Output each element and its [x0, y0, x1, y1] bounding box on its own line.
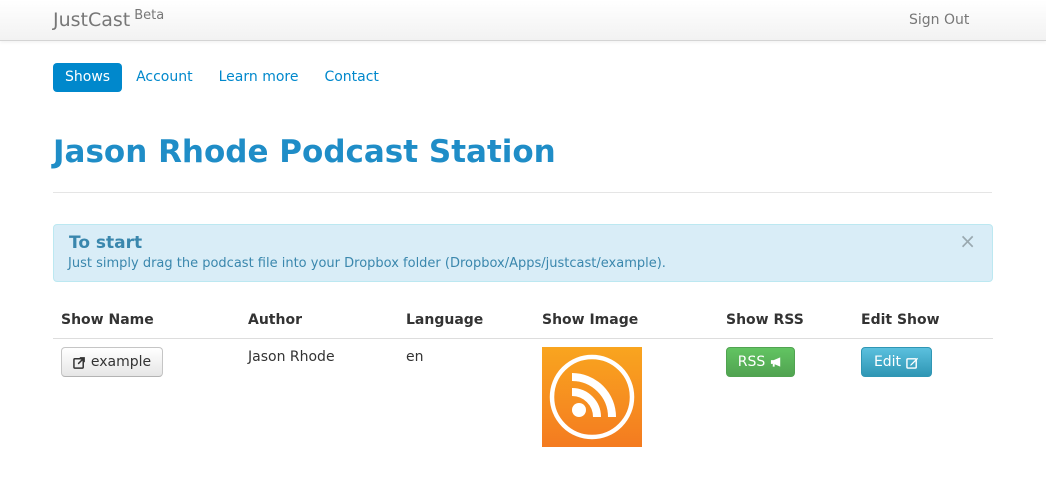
page-title: Jason Rhode Podcast Station: [53, 134, 556, 170]
header-show-image: Show Image: [542, 312, 639, 328]
rss-feed-icon: [542, 347, 642, 447]
megaphone-icon: [771, 357, 781, 367]
header-show-name: Show Name: [61, 312, 154, 328]
header-show-rss: Show RSS: [726, 312, 804, 328]
header-author: Author: [248, 312, 302, 328]
tab-account[interactable]: Account: [124, 63, 205, 92]
rss-button[interactable]: RSS: [726, 347, 795, 377]
sign-out-link[interactable]: Sign Out: [909, 12, 969, 28]
show-name-label: example: [90, 354, 152, 370]
brand-name: JustCast: [53, 9, 131, 31]
edit-icon: [906, 357, 919, 369]
info-alert: To start Just simply drag the podcast fi…: [53, 224, 993, 282]
navbar: JustCast Beta Sign Out: [0, 0, 1046, 41]
close-icon[interactable]: ×: [959, 231, 976, 251]
brand-badge: Beta: [134, 8, 165, 23]
divider: [53, 192, 992, 193]
author-cell: Jason Rhode: [248, 349, 335, 365]
show-link-button[interactable]: example: [61, 347, 163, 377]
edit-label: Edit: [873, 354, 902, 370]
edit-button[interactable]: Edit: [861, 347, 932, 377]
external-link-icon: [73, 356, 85, 369]
rss-label: RSS: [737, 354, 766, 370]
language-cell: en: [406, 349, 424, 365]
alert-text: Just simply drag the podcast file into y…: [68, 256, 666, 271]
nav-tabs: Shows Account Learn more Contact: [53, 63, 393, 92]
tab-learn-more[interactable]: Learn more: [207, 63, 311, 92]
header-edit-show: Edit Show: [861, 312, 940, 328]
brand[interactable]: JustCast Beta: [53, 8, 165, 31]
table-header-divider: [53, 338, 993, 339]
alert-title: To start: [69, 233, 143, 253]
header-language: Language: [406, 312, 484, 328]
tab-contact[interactable]: Contact: [312, 63, 390, 92]
tab-shows[interactable]: Shows: [53, 63, 123, 92]
